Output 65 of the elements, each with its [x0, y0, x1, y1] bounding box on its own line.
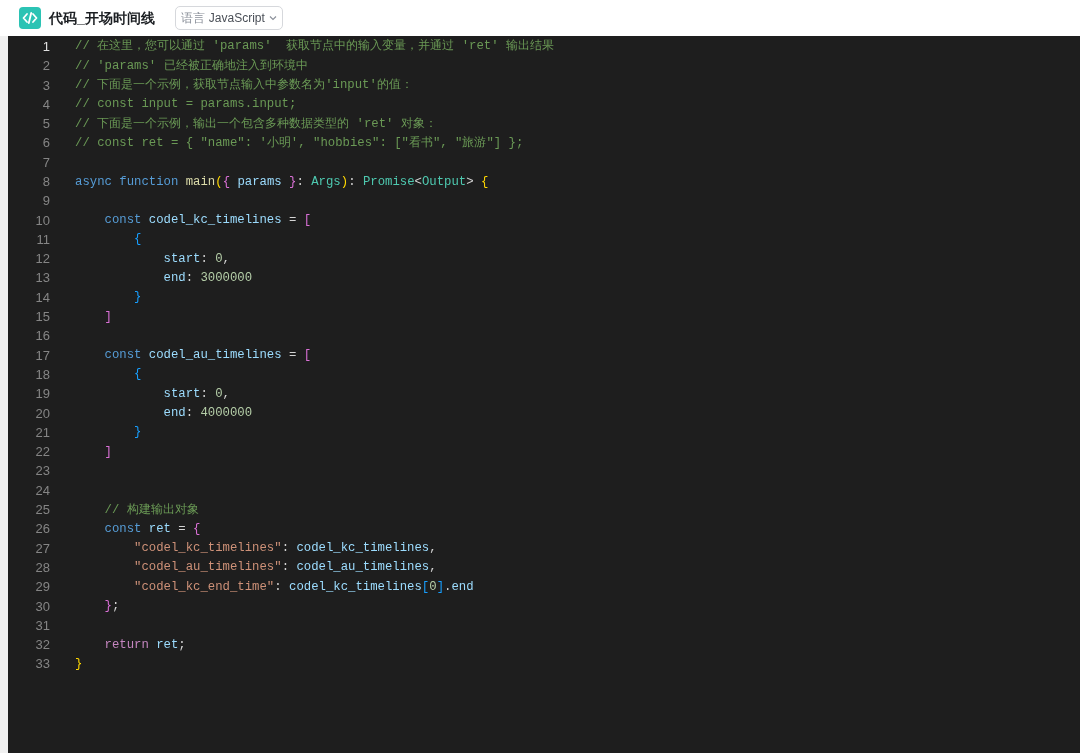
line-number: 1	[41, 37, 50, 56]
line-number: 27	[34, 539, 50, 558]
code-line: end: 4000000	[162, 405, 253, 423]
line-number: 8	[41, 173, 50, 191]
line-number: 16	[34, 327, 50, 346]
line-number: 12	[34, 250, 50, 269]
code-line: ]	[103, 443, 112, 461]
code-editor[interactable]	[8, 36, 1080, 753]
chevron-down-icon	[268, 15, 277, 21]
code-line: ]	[103, 308, 112, 326]
line-number: 31	[34, 616, 50, 635]
code-line: {	[133, 366, 142, 384]
line-number: 14	[34, 288, 50, 307]
line-number: 33	[34, 655, 50, 674]
line-number: 21	[34, 423, 50, 442]
line-number: 18	[34, 365, 50, 384]
code-line: const ret = {	[103, 520, 201, 538]
code-line: "codel_kc_timelines": codel_kc_timelines,	[133, 540, 437, 558]
line-number: 28	[34, 558, 50, 577]
code-line: }	[75, 655, 83, 673]
code-line: start: 0,	[162, 385, 230, 403]
code-line: };	[103, 598, 120, 616]
line-number: 17	[34, 346, 50, 365]
code-line: // const ret = { "name": '小明', "hobbies": ["看书", "旅游"] };	[75, 134, 524, 152]
line-number: 25	[34, 501, 50, 520]
code-line: // 下面是一个示例，获取节点输入中参数名为'input'的值：	[75, 77, 413, 94]
line-number: 7	[41, 153, 50, 172]
code-line: async function main({ params }: Args): Promise<Output> {	[75, 173, 489, 191]
code-line: // const input = params.input;	[75, 96, 297, 114]
line-number: 9	[41, 192, 50, 211]
line-number: 19	[34, 385, 50, 404]
line-number: 22	[34, 443, 50, 462]
line-number: 6	[41, 134, 50, 153]
line-number: 24	[34, 481, 50, 500]
code-line: end: 3000000	[162, 270, 253, 287]
line-number: 3	[41, 76, 50, 95]
node-title: 代码_开场时间线	[49, 8, 155, 28]
code-line: "codel_au_timelines": codel_au_timelines,	[133, 559, 437, 577]
line-number: 2	[41, 57, 50, 76]
code-line: const codel_kc_timelines = [	[103, 212, 312, 230]
code-line: // 下面是一个示例，输出一个包含多种数据类型的 'ret' 对象：	[75, 115, 437, 133]
code-line: const codel_au_timelines = [	[103, 347, 312, 365]
line-number: 5	[41, 115, 50, 134]
line-number: 26	[34, 520, 50, 539]
code-line: {	[133, 231, 142, 249]
line-number: 30	[34, 597, 50, 616]
code-line: // 在这里，您可以通过 'params' 获取节点中的输入变量，并通过 'ret' 输出结果	[75, 38, 554, 56]
code-line: }	[133, 424, 142, 442]
line-number: 4	[41, 95, 50, 114]
line-number: 29	[34, 578, 50, 597]
line-number: 15	[34, 308, 50, 327]
code-brackets-icon	[19, 7, 41, 29]
language-select[interactable]: 语言 JavaScript	[174, 6, 283, 30]
line-number: 11	[35, 230, 50, 249]
code-line: }	[133, 289, 142, 307]
line-number: 20	[34, 404, 50, 423]
code-line: return ret;	[103, 636, 186, 654]
line-number: 23	[34, 462, 50, 481]
line-number: 10	[34, 211, 50, 230]
code-line: // 'params' 已经被正确地注入到环境中	[75, 57, 308, 75]
code-line: // 构建输出对象	[103, 501, 199, 519]
code-line: "codel_kc_end_time": codel_kc_timelines[0].end	[133, 578, 474, 596]
code-line: start: 0,	[162, 250, 230, 268]
line-number: 32	[34, 636, 50, 655]
line-number: 13	[34, 269, 50, 288]
